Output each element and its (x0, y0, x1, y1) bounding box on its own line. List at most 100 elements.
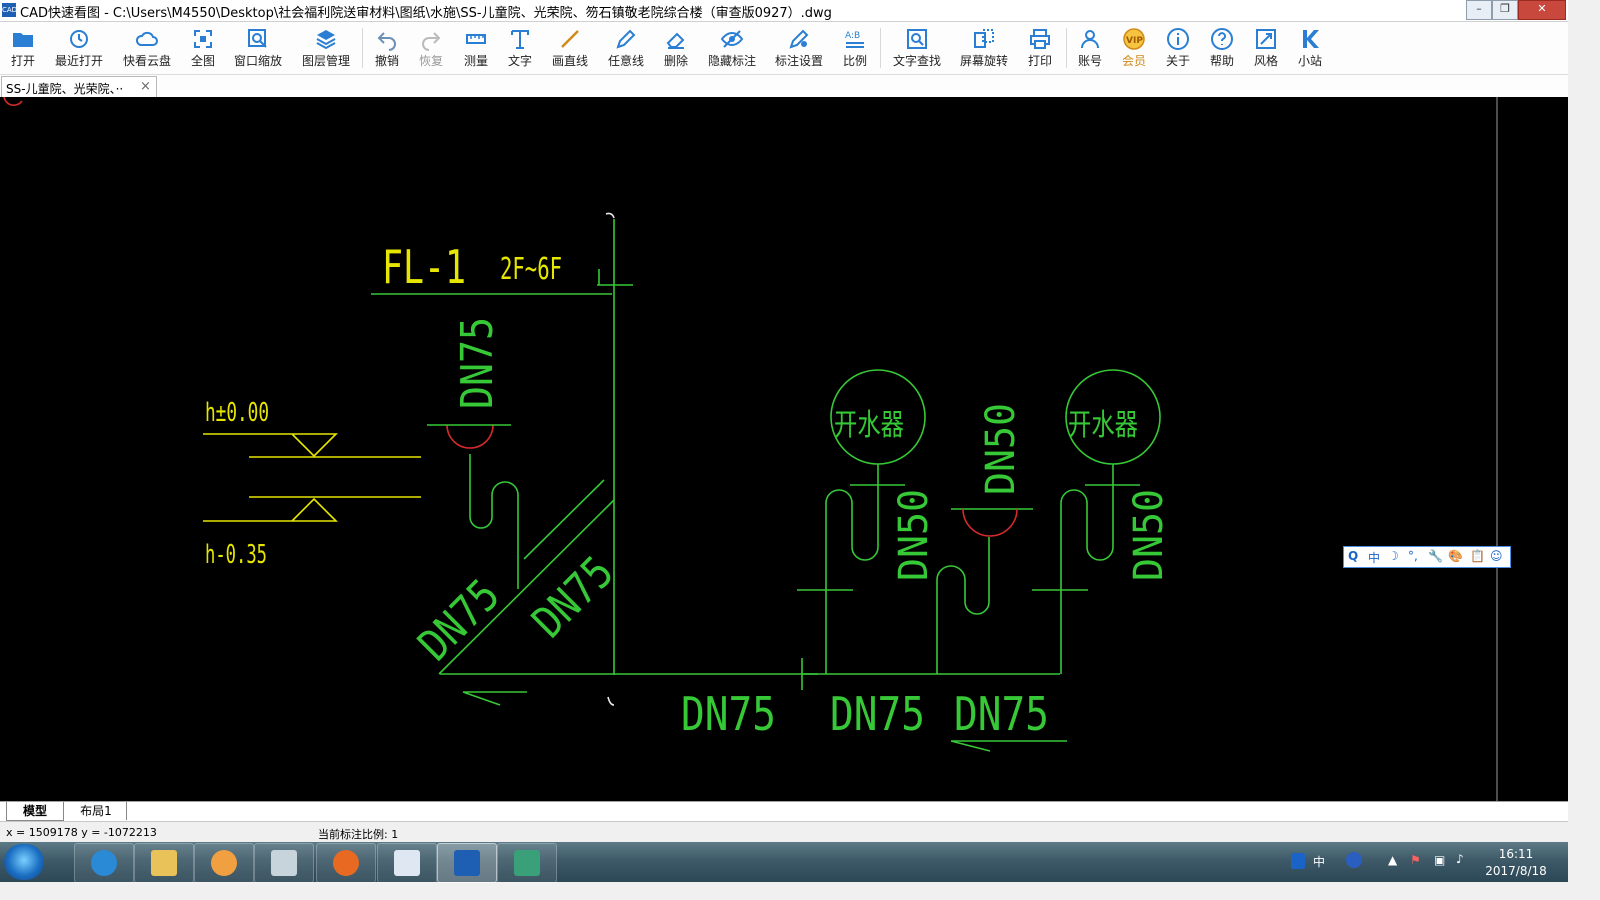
notepad-icon (394, 850, 420, 876)
taskbar-notepad[interactable] (377, 843, 437, 883)
cad-drawing[interactable]: FL-1 2F~6F h±0.00 h-0.35 DN75 DN75 DN75 … (0, 97, 1568, 801)
ime-tools-icon[interactable]: 🔧 (1428, 549, 1443, 563)
ime-toolbar[interactable]: Q 中 ☽ °, 🔧 🎨 📋 ☺ (1343, 546, 1511, 568)
dn75-riser-label: DN75 (452, 317, 503, 409)
document-tab[interactable]: SS-儿童院、光荣院、·· × (1, 76, 157, 97)
level-marker-top (203, 433, 338, 458)
ratio-icon: A:B (843, 27, 867, 51)
window-title: CAD快速看图 - C:\Users\M4550\Desktop\社会福利院送审… (20, 6, 832, 21)
document-tabs: SS-儿童院、光荣院、·· × (0, 75, 1568, 97)
dn75-diagonal-label-2: DN75 (523, 547, 624, 648)
volume-icon[interactable]: ♪ (1456, 852, 1464, 866)
taskbar-calculator[interactable] (254, 843, 314, 883)
folder-icon (11, 27, 35, 51)
level-top-label: h±0.00 (205, 398, 269, 428)
close-button[interactable]: ✕ (1518, 0, 1566, 20)
layers-icon (314, 27, 338, 51)
flag-icon[interactable]: ⚑ (1410, 853, 1421, 867)
floor-drain-middle (962, 508, 1018, 537)
text-tool-icon (508, 27, 532, 51)
status-bar: x = 1509178 y = -1072213 当前标注比例: 1 (0, 821, 1568, 843)
dn75-bottom-label-2: DN75 (830, 687, 925, 741)
ime-emoji-icon[interactable]: ☺ (1490, 549, 1503, 563)
history-icon (67, 27, 91, 51)
show-hidden-icons[interactable]: ▲ (1388, 853, 1397, 867)
svg-text:A:B: A:B (845, 31, 860, 41)
pipe-id-label: FL-1 (382, 240, 466, 294)
app-orange-icon (333, 850, 359, 876)
restore-button[interactable]: ❐ (1492, 0, 1518, 20)
ime-language[interactable]: 中 (1313, 853, 1325, 870)
tab-model[interactable]: 模型 (6, 802, 64, 821)
main-toolbar: 打开 最近打开 快看云盘 全图 窗口缩放 图层管理 撤销 恢复 测量 文字 画直… (0, 22, 1568, 75)
scale-button[interactable]: A:B 比例 (827, 22, 883, 74)
zoom-window-button[interactable]: 窗口缩放 (230, 22, 286, 74)
floors-label: 2F~6F (500, 252, 562, 287)
hide-annotation-button[interactable]: 隐藏标注 (704, 22, 760, 74)
recent-button[interactable]: 最近打开 (51, 22, 107, 74)
help-tray-icon[interactable] (1346, 852, 1362, 868)
undo-icon (375, 27, 399, 51)
water-boiler-label-1: 开水器 (834, 408, 904, 443)
close-tab-icon[interactable]: × (140, 79, 151, 94)
ime-punctuation-icon[interactable]: °, (1408, 549, 1418, 563)
paint-icon (211, 850, 237, 876)
ime-clipboard-icon[interactable]: 📋 (1470, 549, 1485, 563)
text-search-button[interactable]: 文字查找 (889, 22, 945, 74)
title-bar: CAD CAD快速看图 - C:\Users\M4550\Desktop\社会福… (0, 0, 1568, 22)
p-trap-middle (936, 537, 990, 674)
eye-off-icon (720, 27, 744, 51)
help-icon (1210, 27, 1234, 51)
dn75-bottom-label-1: DN75 (681, 687, 776, 741)
clock-date[interactable]: 2017/8/18 (1481, 864, 1551, 878)
clock-time[interactable]: 16:11 (1481, 847, 1551, 861)
layers-button[interactable]: 图层管理 (298, 22, 354, 74)
flow-arrow-right (950, 740, 1067, 752)
k-logo-icon (1298, 27, 1322, 51)
fullscreen-icon (191, 27, 215, 51)
dn75-diagonal-label-1: DN75 (409, 570, 510, 671)
ime-tray-icon[interactable] (1291, 853, 1305, 869)
start-button[interactable] (4, 844, 44, 880)
taskbar-explorer[interactable] (134, 843, 194, 883)
redo-icon (419, 27, 443, 51)
flow-arrow-left (462, 691, 527, 706)
taskbar-cad-viewer[interactable] (437, 843, 497, 883)
user-icon (1078, 27, 1102, 51)
calculator-icon (271, 850, 297, 876)
rotate-screen-icon (972, 27, 996, 51)
water-boiler-label-2: 开水器 (1068, 408, 1138, 443)
s-trap-1 (825, 485, 879, 674)
eraser-icon (664, 27, 688, 51)
app-icon: CAD (2, 3, 17, 17)
taskbar-ie[interactable] (74, 843, 134, 883)
drawing-canvas[interactable]: FL-1 2F~6F h±0.00 h-0.35 DN75 DN75 DN75 … (0, 97, 1568, 801)
ruler-icon (464, 27, 488, 51)
autocad-icon (514, 850, 540, 876)
tab-layout1[interactable]: 布局1 (66, 802, 127, 820)
cursor-coordinates: x = 1509178 y = -1072213 (6, 826, 157, 839)
dn50-label-2: DN50 (978, 403, 1024, 495)
minimize-button[interactable]: – (1466, 0, 1492, 20)
ime-mode-toggle[interactable]: 中 (1368, 549, 1380, 566)
site-button[interactable]: 小站 (1282, 22, 1338, 74)
network-icon[interactable]: ▣ (1434, 853, 1445, 867)
ime-logo-icon[interactable]: Q (1348, 549, 1358, 563)
ie-icon (91, 850, 117, 876)
pen-icon (614, 27, 638, 51)
taskbar-app-orange[interactable] (316, 843, 376, 883)
text-search-icon (905, 27, 929, 51)
taskbar-autocad[interactable] (497, 843, 557, 883)
dn75-bottom-label-3: DN75 (954, 687, 1049, 741)
document-tab-label: SS-儿童院、光荣院、·· (6, 82, 124, 96)
ime-halfwidth-icon[interactable]: ☽ (1388, 549, 1399, 563)
p-trap-left (469, 454, 519, 589)
taskbar-paint[interactable] (194, 843, 254, 883)
ime-skin-icon[interactable]: 🎨 (1448, 549, 1463, 563)
dn50-label-3: DN50 (1126, 489, 1172, 581)
pipe-break-mark (801, 658, 818, 690)
folder-icon (151, 850, 177, 876)
partial-arc (3, 97, 23, 106)
zoom-window-icon (246, 27, 270, 51)
floor-drain-left (446, 424, 494, 449)
